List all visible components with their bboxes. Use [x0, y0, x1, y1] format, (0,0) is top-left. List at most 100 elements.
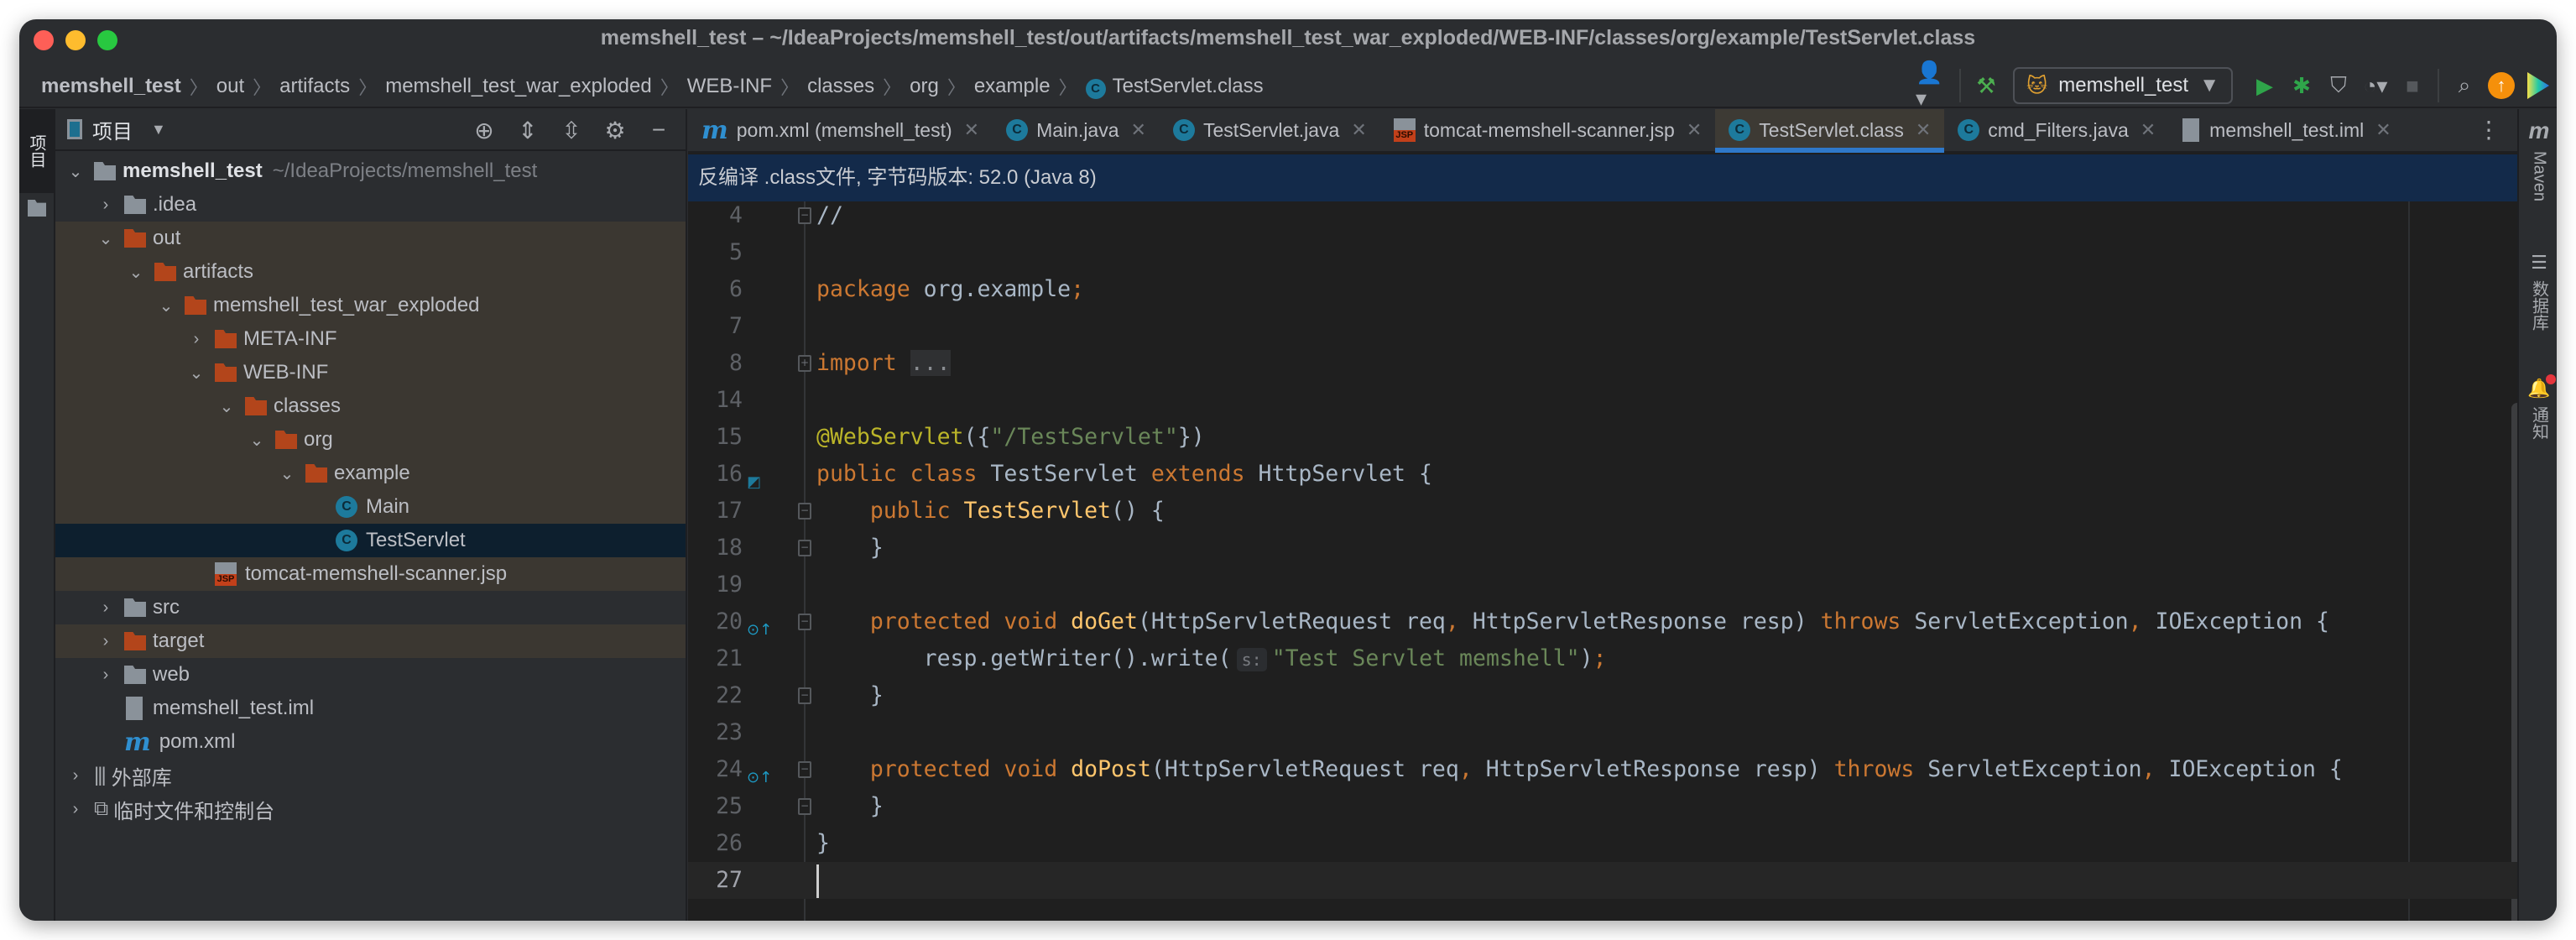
- tree-item[interactable]: › src: [55, 591, 686, 624]
- search-icon[interactable]: ⌕: [2446, 67, 2483, 104]
- editor-tab[interactable]: C Main.java ✕: [993, 109, 1160, 151]
- chevron-right-icon[interactable]: ›: [97, 632, 114, 651]
- tree-item[interactable]: › ⧉ 临时文件和控制台: [55, 792, 686, 826]
- tree-item[interactable]: C Main: [55, 490, 686, 524]
- run-config-select[interactable]: 🐱 memshell_test ▼: [2013, 67, 2233, 104]
- code-line[interactable]: 19: [688, 567, 2517, 603]
- update-icon[interactable]: ↑: [2483, 67, 2520, 104]
- chevron-down-icon[interactable]: ⌄: [188, 363, 205, 384]
- tree-item[interactable]: ⌄ memshell_test_war_exploded: [55, 289, 686, 322]
- breadcrumb-item[interactable]: memshell_test: [41, 75, 181, 98]
- tree-item[interactable]: ⌄ example: [55, 457, 686, 490]
- editor-tab[interactable]: C TestServlet.class ✕: [1715, 109, 1945, 153]
- tree-item[interactable]: › web: [55, 658, 686, 692]
- tree-item[interactable]: m pom.xml: [55, 725, 686, 759]
- tree-item[interactable]: › ||| 外部库: [55, 759, 686, 792]
- breadcrumb-item[interactable]: memshell_test_war_exploded: [385, 75, 652, 98]
- tool-tab-通知[interactable]: 🔔 通知: [2524, 374, 2556, 440]
- jetbrains-logo-icon[interactable]: [2520, 67, 2557, 104]
- breadcrumb-item[interactable]: example: [974, 75, 1051, 98]
- chevron-down-icon[interactable]: ⌄: [97, 228, 114, 249]
- fold-expand-icon[interactable]: +: [798, 355, 811, 372]
- tree-item[interactable]: ⌄ artifacts: [55, 255, 686, 289]
- fold-collapse-icon[interactable]: −: [798, 798, 811, 815]
- editor-tab[interactable]: m pom.xml (memshell_test) ✕: [688, 109, 993, 151]
- editor-tab[interactable]: C TestServlet.java ✕: [1160, 109, 1380, 151]
- chevron-right-icon[interactable]: ›: [188, 330, 205, 349]
- breadcrumb-item[interactable]: classes: [807, 75, 874, 98]
- code-line[interactable]: 4 −//: [688, 201, 2517, 234]
- code-line[interactable]: 8 + import ...: [688, 345, 2517, 382]
- more-tabs-icon[interactable]: ⋮: [2477, 116, 2500, 144]
- fold-collapse-icon[interactable]: −: [798, 207, 811, 224]
- project-tool-tab[interactable]: 项目: [19, 109, 54, 193]
- project-panel-title[interactable]: 项目: [92, 115, 133, 144]
- breadcrumb-item[interactable]: org: [910, 75, 939, 98]
- breadcrumb-item[interactable]: WEB-INF: [687, 75, 772, 98]
- code-line[interactable]: 22 − }: [688, 677, 2517, 714]
- code-line[interactable]: 15 @WebServlet({"/TestServlet"}): [688, 419, 2517, 456]
- tool-tab-Maven[interactable]: m Maven: [2524, 118, 2554, 201]
- run-icon[interactable]: ▶: [2246, 67, 2283, 104]
- code-area[interactable]: 4−//5 6 package org.example; 7 8 + import ... 1…: [688, 201, 2517, 921]
- stop-icon[interactable]: ■: [2394, 67, 2431, 104]
- profile-icon[interactable]: ◔▾: [2357, 67, 2394, 104]
- code-line[interactable]: 24 ⊙↑ − protected void doPost(HttpServletR…: [688, 751, 2517, 788]
- collapse-all-icon[interactable]: ⇳: [550, 112, 593, 149]
- chevron-right-icon[interactable]: ›: [67, 766, 84, 786]
- tree-item[interactable]: memshell_test.iml: [55, 692, 686, 725]
- code-line[interactable]: 5: [688, 234, 2517, 271]
- breadcrumb-item[interactable]: C TestServlet.class: [1085, 75, 1264, 99]
- chevron-down-icon[interactable]: ⌄: [279, 463, 295, 484]
- folder-icon[interactable]: [28, 200, 46, 217]
- tree-item[interactable]: ⌄ WEB-INF: [55, 356, 686, 389]
- tree-item[interactable]: C TestServlet: [55, 524, 686, 557]
- fold-collapse-icon[interactable]: −: [798, 540, 811, 556]
- close-icon[interactable]: ✕: [1916, 119, 1931, 141]
- code-line[interactable]: 20 ⊙↑ − protected void doGet(HttpServletRe…: [688, 603, 2517, 640]
- tree-item[interactable]: ⌄ out: [55, 222, 686, 255]
- code-line[interactable]: 17 − public TestServlet() {: [688, 493, 2517, 530]
- fold-collapse-icon[interactable]: −: [798, 503, 811, 520]
- tree-item[interactable]: ⌄ org: [55, 423, 686, 457]
- code-line[interactable]: 18 − }: [688, 530, 2517, 567]
- code-line[interactable]: 7: [688, 308, 2517, 345]
- close-icon[interactable]: ✕: [2375, 119, 2391, 141]
- tree-item[interactable]: › META-INF: [55, 322, 686, 356]
- chevron-down-icon[interactable]: ⌄: [128, 262, 144, 283]
- chevron-down-icon[interactable]: ▼: [151, 121, 166, 138]
- editor-tab[interactable]: Ccmd_Filters.java ✕: [1944, 109, 2169, 151]
- coverage-icon[interactable]: ⛉: [2320, 67, 2357, 104]
- fold-collapse-icon[interactable]: −: [798, 687, 811, 704]
- close-icon[interactable]: ✕: [1687, 119, 1702, 141]
- tree-item[interactable]: ⌄ classes: [55, 389, 686, 423]
- tree-item[interactable]: ⌄ memshell_test ~/IdeaProjects/memshell_te…: [55, 154, 686, 188]
- locate-icon[interactable]: ⊕: [462, 112, 506, 149]
- breadcrumb-item[interactable]: artifacts: [279, 75, 350, 98]
- chevron-right-icon[interactable]: ›: [97, 666, 114, 685]
- code-line[interactable]: 26}: [688, 825, 2517, 862]
- code-line[interactable]: 23: [688, 714, 2517, 751]
- editor-tab[interactable]: JSP tomcat-memshell-scanner.jsp ✕: [1380, 109, 1716, 151]
- fold-collapse-icon[interactable]: −: [798, 614, 811, 630]
- hide-icon[interactable]: −: [637, 112, 681, 149]
- close-icon[interactable]: ✕: [2141, 119, 2156, 141]
- chevron-down-icon[interactable]: ⌄: [248, 430, 265, 451]
- close-icon[interactable]: ✕: [1351, 119, 1366, 141]
- chevron-right-icon[interactable]: ›: [97, 196, 114, 215]
- breadcrumb-item[interactable]: out: [216, 75, 244, 98]
- user-icon[interactable]: 👤▾: [1916, 60, 1953, 111]
- editor-tab[interactable]: memshell_test.iml ✕: [2169, 109, 2404, 151]
- code-line[interactable]: 21 resp.getWriter().write(s: "Test Servle…: [688, 640, 2517, 677]
- close-icon[interactable]: ✕: [1131, 119, 1146, 141]
- chevron-down-icon[interactable]: ⌄: [158, 295, 175, 316]
- chevron-down-icon[interactable]: ⌄: [218, 396, 235, 417]
- chevron-right-icon[interactable]: ›: [97, 598, 114, 618]
- build-hammer-icon[interactable]: ⚒: [1968, 67, 2005, 104]
- tree-item[interactable]: › target: [55, 624, 686, 658]
- tree-item[interactable]: › .idea: [55, 188, 686, 222]
- fold-collapse-icon[interactable]: −: [798, 761, 811, 778]
- code-line[interactable]: 6 package org.example;: [688, 271, 2517, 308]
- code-line[interactable]: 25 − }: [688, 788, 2517, 825]
- gear-icon[interactable]: ⚙: [593, 112, 637, 149]
